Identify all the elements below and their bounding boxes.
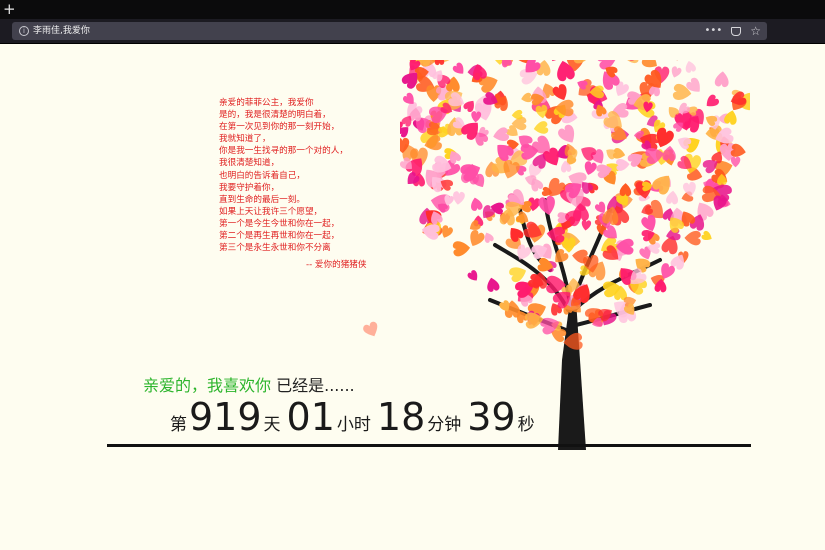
tree-heart-leaf (452, 241, 471, 257)
address-actions: ••• ☆ (705, 23, 761, 39)
poem-line: 第一个是今生今世和你在一起， (219, 218, 340, 229)
poem-line: 我要守护着你， (219, 182, 280, 193)
counter-prefix: 第 (170, 415, 187, 435)
pocket-icon[interactable] (731, 26, 742, 36)
tree-heart-leaf (487, 277, 500, 292)
info-icon[interactable]: i (19, 26, 29, 36)
poem-line: 我就知道了， (219, 134, 271, 145)
tree-heart-leaf (714, 71, 729, 88)
elapsed-time-counter: 第 919 天 01 小时 18 分钟 39 秒 (170, 394, 535, 440)
more-dots-icon[interactable]: ••• (705, 23, 723, 39)
tree-heart-leaf (511, 109, 523, 120)
counter-hours: 01 (286, 395, 335, 439)
tree-heart-leaf (581, 219, 592, 231)
poem-line: 你是我一生找寻的那一个对的人， (219, 146, 348, 157)
poem-line: 第三个是永生永世和你不分离 (219, 243, 331, 254)
tree-heart-leaf (671, 66, 682, 78)
poem-line: 第二个是再生再世和你在一起， (219, 231, 340, 242)
plus-icon[interactable]: + (3, 0, 16, 18)
tree-heart-leaf (538, 195, 555, 215)
love-poem: 亲爱的菲菲公主，我爱你是的，我是很清楚的明白着， 在第一次见到你的那一刻开始， 我就… (219, 97, 379, 254)
tree-heart-leaf (452, 62, 464, 74)
counter-minutes-label: 分钟 (427, 415, 462, 435)
counter-seconds-label: 秒 (517, 415, 535, 435)
heart-tree-illustration (400, 60, 750, 450)
poem-line: 也明白的告诉着自己， (219, 170, 305, 181)
poem-line: 如果上天让我许三个愿望， (219, 206, 323, 217)
tree-heart-leaf (662, 145, 676, 162)
tree-heart-leaf (471, 111, 482, 123)
tree-heart-leaf (684, 230, 701, 246)
tree-heart-leaf (627, 60, 639, 64)
counter-days: 919 (189, 395, 262, 439)
browser-toolbar: i 李雨佳,我爱你 ••• ☆ (0, 19, 825, 44)
poem-line: 是的，我是很清楚的明白着， (219, 110, 331, 121)
poem-line: 在第一次见到你的那一刻开始， (219, 122, 340, 133)
tree-heart-leaf (463, 100, 474, 113)
poem-line: 亲爱的菲菲公主，我爱你 (219, 98, 314, 108)
falling-heart-icon (363, 321, 378, 337)
tree-heart-leaf (669, 60, 685, 61)
star-icon[interactable]: ☆ (750, 23, 761, 39)
tree-heart-leaf (471, 197, 483, 211)
browser-tab-strip: + (0, 0, 825, 19)
address-text[interactable]: 李雨佳,我爱你 (33, 24, 90, 38)
tree-heart-leaf (509, 267, 527, 283)
tree-heart-leaf (470, 230, 485, 247)
ground-line (107, 444, 751, 447)
tree-heart-leaf (521, 92, 533, 103)
counter-days-label: 天 (263, 415, 281, 435)
poem-line: 我很清楚知道， (219, 158, 280, 169)
tree-heart-leaf (493, 127, 509, 142)
tree-heart-leaf (615, 158, 630, 171)
tree-heart-leaf (434, 60, 445, 66)
greeting-line: 亲爱的，我喜欢你 已经是...... (143, 372, 355, 396)
tree-heart-leaf (453, 191, 465, 205)
poem-signature: -- 爱你的猪猪侠 (306, 260, 367, 270)
tree-heart-leaf (666, 190, 679, 205)
greeting-love-text: 亲爱的，我喜欢你 (143, 376, 272, 395)
tree-heart-leaf (706, 94, 720, 107)
tree-heart-leaf (467, 270, 478, 281)
tree-heart-leaf (701, 230, 712, 240)
tree-heart-leaf (685, 61, 696, 73)
counter-hours-label: 小时 (336, 415, 371, 435)
tree-heart-leaf (533, 121, 549, 134)
counter-minutes: 18 (376, 395, 426, 439)
address-bar[interactable]: i 李雨佳,我爱你 ••• ☆ (12, 22, 767, 40)
tree-heart-leaf (558, 124, 575, 143)
counter-seconds: 39 (467, 395, 516, 439)
greeting-since-text: 已经是...... (276, 376, 355, 395)
poem-line: 直到生命的最后一刻。 (219, 194, 305, 205)
